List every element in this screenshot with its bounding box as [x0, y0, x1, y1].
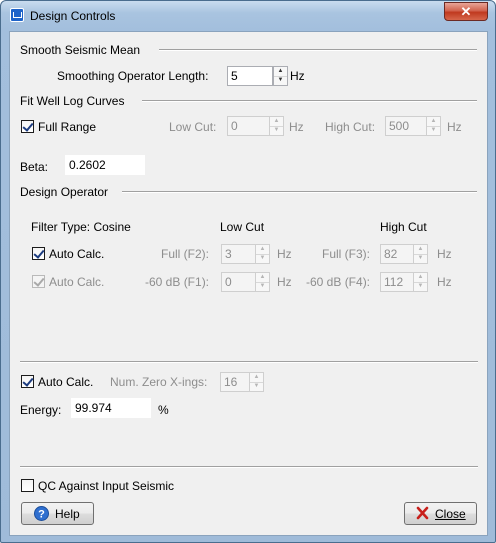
full-f2-input[interactable]: 3	[221, 244, 256, 264]
zero-crossings-input[interactable]: 16	[220, 372, 250, 392]
qc-checkbox[interactable]	[21, 479, 34, 492]
f4-label: -60 dB (F4):	[306, 275, 371, 289]
design-auto-calc-label[interactable]: Auto Calc.	[49, 247, 104, 261]
dialog-client-area: Smooth Seismic Mean Smoothing Operator L…	[9, 31, 488, 536]
spin-down-icon[interactable]: ▼	[274, 76, 287, 85]
spin-down-icon[interactable]: ▼	[270, 126, 283, 135]
full-f2-label: Full (F2):	[161, 247, 209, 261]
high-cut-label: High Cut:	[325, 120, 376, 134]
energy-input[interactable]: 99.974	[71, 398, 151, 418]
app-icon	[10, 8, 24, 22]
high-cut-spinner[interactable]: ▲ ▼	[426, 116, 441, 136]
help-icon: ?	[34, 506, 49, 521]
smoothing-length-spinner[interactable]: ▲ ▼	[273, 66, 288, 86]
title-bar[interactable]: Design Controls ✕	[1, 1, 495, 31]
qc-section-divider	[20, 466, 478, 468]
f1-input[interactable]: 0	[221, 272, 256, 292]
full-range-checkbox[interactable]	[21, 120, 34, 133]
high-cut-column-header: High Cut	[380, 220, 427, 234]
help-button-label: Help	[55, 507, 80, 521]
smooth-section-divider	[159, 49, 477, 51]
qc-label[interactable]: QC Against Input Seismic	[38, 479, 174, 493]
close-button[interactable]: Close	[404, 502, 477, 525]
window-close-button[interactable]: ✕	[444, 2, 488, 21]
energy-label: Energy:	[20, 403, 62, 417]
design-auto-calc-2-label[interactable]: Auto Calc.	[49, 275, 104, 289]
spin-down-icon[interactable]: ▼	[414, 254, 427, 263]
f4-input[interactable]: 112	[380, 272, 414, 292]
low-cut-spinner[interactable]: ▲ ▼	[269, 116, 284, 136]
smoothing-length-label: Smoothing Operator Length:	[57, 69, 209, 83]
design-section-divider	[122, 191, 477, 193]
energy-unit: %	[158, 403, 169, 417]
smoothing-length-input[interactable]: 5	[227, 66, 273, 86]
smooth-section-title: Smooth Seismic Mean	[20, 43, 141, 57]
auto-section-divider	[20, 361, 478, 363]
f1-spinner[interactable]: ▲ ▼	[255, 272, 270, 292]
fitwell-section-title: Fit Well Log Curves	[20, 94, 125, 108]
svg-text:?: ?	[38, 509, 45, 521]
design-auto-calc-2-checkbox[interactable]	[32, 275, 45, 288]
spin-down-icon[interactable]: ▼	[250, 382, 263, 391]
spin-down-icon[interactable]: ▼	[414, 282, 427, 291]
full-f2-spinner[interactable]: ▲ ▼	[255, 244, 270, 264]
beta-input[interactable]: 0.2602	[65, 155, 145, 175]
close-icon	[416, 506, 429, 520]
full-f2-unit: Hz	[277, 247, 292, 261]
spin-down-icon[interactable]: ▼	[427, 126, 440, 135]
low-cut-unit: Hz	[289, 120, 304, 134]
beta-label: Beta:	[20, 160, 49, 174]
close-button-label: Close	[435, 507, 466, 521]
f4-spinner[interactable]: ▲ ▼	[413, 272, 428, 292]
low-cut-column-header: Low Cut	[220, 220, 265, 234]
smoothing-length-unit: Hz	[290, 69, 305, 83]
auto-calc-label[interactable]: Auto Calc.	[38, 375, 93, 389]
full-range-label[interactable]: Full Range	[38, 120, 96, 134]
low-cut-input[interactable]: 0	[227, 116, 270, 136]
auto-calc-checkbox[interactable]	[21, 375, 34, 388]
design-auto-calc-checkbox[interactable]	[32, 247, 45, 260]
filter-type-label: Filter Type: Cosine	[31, 220, 131, 234]
f4-unit: Hz	[437, 275, 452, 289]
full-f3-label: Full (F3):	[322, 247, 370, 261]
f1-label: -60 dB (F1):	[145, 275, 210, 289]
dialog-window: Design Controls ✕ Smooth Seismic Mean Sm…	[0, 0, 496, 543]
spin-down-icon[interactable]: ▼	[256, 254, 269, 263]
high-cut-input[interactable]: 500	[385, 116, 427, 136]
high-cut-unit: Hz	[447, 120, 462, 134]
zero-crossings-spinner[interactable]: ▲ ▼	[249, 372, 264, 392]
window-title: Design Controls	[30, 9, 116, 23]
low-cut-label: Low Cut:	[169, 120, 217, 134]
full-f3-input[interactable]: 82	[380, 244, 414, 264]
full-f3-spinner[interactable]: ▲ ▼	[413, 244, 428, 264]
spin-down-icon[interactable]: ▼	[256, 282, 269, 291]
f1-unit: Hz	[277, 275, 292, 289]
fitwell-section-divider	[142, 100, 477, 102]
full-f3-unit: Hz	[437, 247, 452, 261]
help-button[interactable]: ? Help	[21, 502, 94, 525]
zero-crossings-label: Num. Zero X-ings:	[110, 375, 208, 389]
design-section-title: Design Operator	[20, 185, 109, 199]
